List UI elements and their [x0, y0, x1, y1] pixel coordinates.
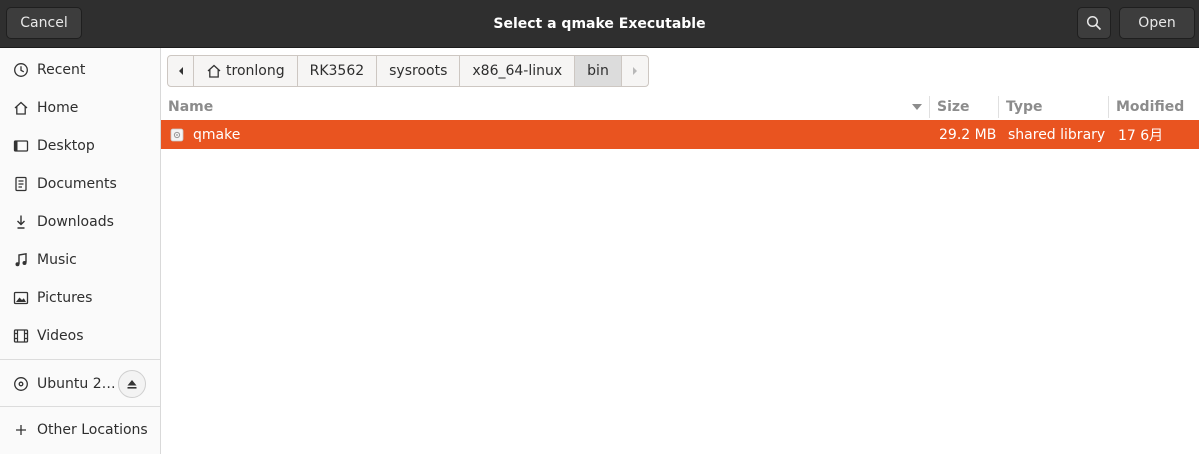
file-type: shared library [1008, 126, 1106, 143]
home-icon [207, 64, 221, 78]
path-crumb-x86-64-linux[interactable]: x86_64-linux [460, 56, 576, 86]
document-icon [12, 175, 30, 193]
eject-button[interactable] [118, 370, 146, 398]
sidebar-item-other-locations[interactable]: Other Locations [0, 411, 160, 449]
file-list: Name Size Type Modified qmake 29.2 MB sh… [161, 94, 1199, 454]
sidebar-item-pictures[interactable]: Pictures [0, 279, 160, 317]
chevron-left-icon [178, 67, 183, 75]
open-button[interactable]: Open [1119, 7, 1195, 39]
column-header-label: Size [937, 99, 970, 115]
sidebar-item-label: Documents [37, 176, 117, 192]
column-header-name[interactable]: Name [161, 94, 928, 120]
file-name: qmake [193, 126, 241, 143]
sidebar-item-label: Desktop [37, 138, 95, 154]
sidebar-item-label: Recent [37, 62, 86, 78]
clock-icon [12, 61, 30, 79]
path-crumb-label: x86_64-linux [472, 63, 563, 79]
sidebar-item-label: Music [37, 252, 77, 268]
header-bar: Cancel Select a qmake Executable Open [0, 0, 1199, 48]
sort-descending-icon [912, 104, 922, 110]
path-crumb-bin[interactable]: bin [575, 56, 622, 86]
dialog-title: Select a qmake Executable [493, 15, 706, 32]
file-size: 29.2 MB [939, 126, 997, 143]
film-icon [12, 327, 30, 345]
file-modified: 17 6月 [1118, 127, 1164, 144]
sidebar-item-recent[interactable]: Recent [0, 51, 160, 89]
path-crumb-label: RK3562 [309, 63, 365, 79]
sidebar-item-label: Ubuntu 2… [37, 376, 116, 392]
path-crumb-label: bin [587, 63, 609, 79]
sidebar-item-videos[interactable]: Videos [0, 317, 160, 355]
path-scroll-right-button[interactable] [622, 56, 648, 86]
eject-icon [127, 380, 137, 389]
plus-icon [12, 421, 30, 439]
desktop-icon [12, 137, 30, 155]
sidebar-item-desktop[interactable]: Desktop [0, 127, 160, 165]
cancel-button[interactable]: Cancel [6, 7, 82, 39]
file-row-selected[interactable]: qmake 29.2 MB shared library 17 6月 [161, 120, 1199, 149]
file-name-cell: qmake [170, 120, 240, 149]
sidebar-item-label: Pictures [37, 290, 93, 306]
path-crumb-tronlong[interactable]: tronlong [194, 56, 298, 86]
search-icon [1086, 15, 1102, 31]
search-button[interactable] [1077, 7, 1111, 39]
column-header-label: Modified [1116, 99, 1185, 115]
places-sidebar: Recent Home Desktop Documents Downloads … [0, 48, 161, 454]
picture-icon [12, 289, 30, 307]
column-header-type[interactable]: Type [999, 94, 1108, 120]
path-bar: tronlong RK3562 sysroots x86_64-linux bi… [167, 55, 649, 87]
column-header-label: Name [168, 99, 214, 115]
sidebar-item-downloads[interactable]: Downloads [0, 203, 160, 241]
path-crumb-rk3562[interactable]: RK3562 [298, 56, 378, 86]
home-icon [12, 99, 30, 117]
sidebar-item-label: Home [37, 100, 79, 116]
sidebar-item-music[interactable]: Music [0, 241, 160, 279]
sidebar-divider [0, 359, 160, 360]
download-icon [12, 213, 30, 231]
music-note-icon [12, 251, 30, 269]
chevron-right-icon [632, 67, 637, 75]
column-header-modified[interactable]: Modified [1109, 94, 1199, 120]
sidebar-item-label: Other Locations [37, 422, 148, 438]
path-crumb-label: tronlong [226, 63, 285, 79]
path-scroll-left-button[interactable] [168, 56, 194, 86]
column-header-size[interactable]: Size [930, 94, 998, 120]
path-crumb-label: sysroots [389, 63, 448, 79]
sidebar-divider [0, 406, 160, 407]
sidebar-item-home[interactable]: Home [0, 89, 160, 127]
disc-icon [12, 375, 30, 393]
path-crumb-sysroots[interactable]: sysroots [377, 56, 461, 86]
column-header-label: Type [1006, 99, 1043, 115]
sidebar-item-label: Videos [37, 328, 84, 344]
sidebar-item-documents[interactable]: Documents [0, 165, 160, 203]
sidebar-item-label: Downloads [37, 214, 114, 230]
executable-file-icon [170, 128, 184, 141]
